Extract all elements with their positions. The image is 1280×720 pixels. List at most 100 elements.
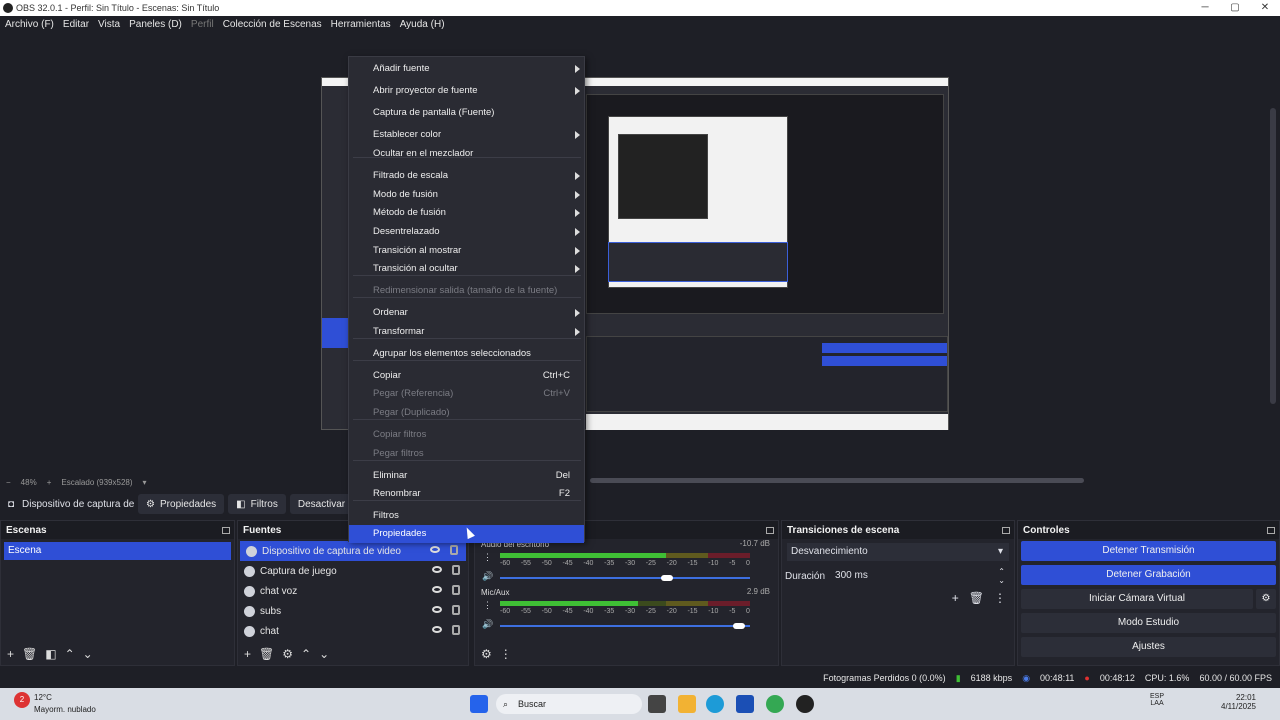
stop-stream-button[interactable]: Detener Transmisión [1021,541,1276,561]
lock-icon[interactable] [452,565,460,575]
context-menu-item[interactable]: Filtros [349,507,584,525]
context-menu-item[interactable]: Establecer color [349,126,584,144]
properties-button[interactable]: ⚙ Propiedades [138,494,225,514]
context-menu-item[interactable]: Abrir proyector de fuente [349,82,584,100]
more-options-icon[interactable]: ⋮ [500,647,512,661]
source-row[interactable]: Dispositivo de captura de video [240,541,466,561]
zoom-out-button[interactable]: − [6,478,11,487]
context-menu-item[interactable]: Desentrelazado [349,223,584,241]
undock-icon[interactable] [766,526,774,534]
context-menu-item[interactable]: Método de fusión [349,204,584,222]
trash-icon[interactable]: 🗑 [259,647,274,661]
arrow-up-icon[interactable]: ⌃ [301,647,311,661]
more-options-icon[interactable]: ⋮ [994,591,1006,605]
arrow-down-icon[interactable]: ⌄ [319,647,329,661]
context-menu-item[interactable]: Ocultar en el mezclador [349,145,584,163]
add-icon[interactable]: + [952,591,959,605]
speaker-icon[interactable]: 🔊 [482,619,493,630]
eye-icon[interactable] [432,626,442,633]
scene-item[interactable]: Escena [4,542,231,560]
menu-ayuda[interactable]: Ayuda (H) [400,19,445,30]
gear-icon[interactable]: ⚙ [481,647,492,661]
context-menu-item[interactable]: Filtrado de escala [349,167,584,185]
source-row[interactable]: chat voz [238,581,468,601]
menu-coleccion-escenas[interactable]: Colección de Escenas [223,19,322,30]
stop-record-button[interactable]: Detener Grabación [1021,565,1276,585]
undock-icon[interactable] [1002,526,1010,534]
close-button[interactable]: ✕ [1250,0,1280,16]
menu-archivo[interactable]: Archivo (F) [5,19,54,30]
obs-taskbar-icon[interactable] [796,695,814,713]
minimize-button[interactable]: ─ [1190,0,1220,16]
gear-icon[interactable]: ⚙ [1256,589,1276,609]
edge-icon[interactable] [706,695,724,713]
duration-input[interactable]: 300 ms [835,567,1009,585]
weather-badge[interactable]: 2 [14,692,30,708]
menu-perfil[interactable]: Perfil [191,19,214,30]
source-row[interactable]: chat [238,621,468,641]
file-explorer-icon[interactable] [678,695,696,713]
trash-icon[interactable]: 🗑 [22,647,37,661]
trash-icon[interactable]: 🗑 [969,591,984,605]
add-icon[interactable]: + [244,647,251,661]
undock-icon[interactable] [1267,526,1275,534]
transition-select[interactable]: Desvanecimiento ▾ [787,543,1009,561]
speaker-icon[interactable]: 🔊 [482,571,493,582]
source-row[interactable]: subs [238,601,468,621]
windows-start-icon[interactable] [470,695,488,713]
deactivate-button[interactable]: Desactivar [289,494,354,514]
clock[interactable]: 22:01 4/11/2025 [1208,693,1256,711]
zoom-in-button[interactable]: + [47,478,52,487]
context-menu-item[interactable]: Modo de fusión [349,186,584,204]
virtual-camera-button[interactable]: Iniciar Cámara Virtual [1021,589,1253,609]
context-menu-item[interactable]: Renombrar F2 [349,485,584,503]
source-row[interactable]: Captura de juego [238,561,468,581]
menu-vista[interactable]: Vista [98,19,120,30]
eye-icon[interactable] [432,586,442,593]
volume-slider[interactable] [500,623,750,629]
settings-button[interactable]: Ajustes [1021,637,1276,657]
context-menu-item[interactable]: Eliminar Del [349,467,584,485]
chevron-down-icon[interactable]: ▾ [143,478,147,487]
context-menu-item[interactable]: Transformar [349,323,584,341]
gear-icon[interactable]: ⚙ [282,647,293,661]
weather-desc[interactable]: Mayorm. nublado [34,705,96,714]
context-menu-item[interactable]: Copiar Ctrl+C [349,367,584,385]
context-menu-item[interactable]: Captura de pantalla (Fuente) [349,104,584,122]
duration-stepper[interactable]: ⌃ ⌄ [998,567,1005,585]
store-icon[interactable] [736,695,754,713]
add-icon[interactable]: + [7,647,14,661]
context-menu-item[interactable]: Transición al mostrar [349,242,584,260]
filter-icon[interactable]: ◧ [45,647,56,661]
weather-temp[interactable]: 12°C [34,693,52,702]
maximize-button[interactable]: ▢ [1220,0,1250,16]
preview-vertical-scrollbar[interactable] [1270,108,1276,404]
lock-icon[interactable] [450,545,458,555]
menu-paneles[interactable]: Paneles (D) [129,19,182,30]
preview-horizontal-scrollbar[interactable] [590,478,1084,483]
context-menu-item[interactable]: Agrupar los elementos seleccionados [349,345,584,363]
volume-slider[interactable] [500,575,750,581]
more-options-icon[interactable]: ⋮ [483,600,492,611]
volume-slider-knob[interactable] [660,575,673,581]
arrow-up-icon[interactable]: ⌃ [65,647,75,661]
arrow-down-icon[interactable]: ⌄ [83,647,93,661]
studio-mode-button[interactable]: Modo Estudio [1021,613,1276,633]
filters-button[interactable]: ◧ Filtros [228,494,286,514]
menu-herramientas[interactable]: Herramientas [331,19,391,30]
chrome-icon[interactable] [766,695,784,713]
context-menu-item[interactable]: Transición al ocultar [349,260,584,278]
undock-icon[interactable] [222,526,230,534]
context-menu-item[interactable]: Ordenar [349,304,584,322]
volume-slider-knob[interactable] [733,623,745,629]
eye-icon[interactable] [430,546,440,553]
context-menu-item[interactable]: Añadir fuente [349,60,584,78]
taskbar-search[interactable]: ⌕ Buscar [496,694,642,714]
lock-icon[interactable] [452,625,460,635]
lock-icon[interactable] [452,605,460,615]
eye-icon[interactable] [432,566,442,573]
eye-icon[interactable] [432,606,442,613]
task-view-icon[interactable] [648,695,666,713]
menu-editar[interactable]: Editar [63,19,89,30]
lock-icon[interactable] [452,585,460,595]
